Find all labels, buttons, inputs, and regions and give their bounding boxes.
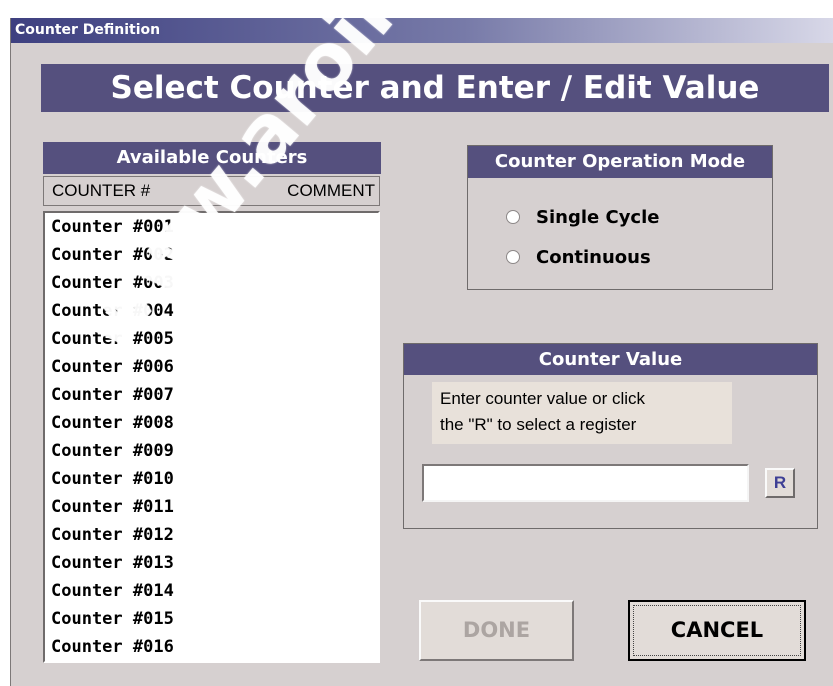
help-line-1: Enter counter value or click	[440, 389, 646, 408]
list-item[interactable]: Counter #002	[45, 241, 378, 269]
page-title: Select Counter and Enter / Edit Value	[41, 64, 829, 112]
cancel-button[interactable]: CANCEL	[628, 600, 806, 661]
list-item[interactable]: Counter #003	[45, 269, 378, 297]
continuous-radio[interactable]	[506, 250, 520, 264]
counters-list[interactable]: Counter #001 Counter #002 Counter #003 C…	[43, 211, 380, 663]
counter-value-help: Enter counter value or click the "R" to …	[432, 382, 732, 444]
list-item[interactable]: Counter #010	[45, 465, 378, 493]
available-counters-header: Available Counters	[43, 142, 381, 174]
list-item[interactable]: Counter #011	[45, 493, 378, 521]
done-button[interactable]: DONE	[419, 600, 574, 661]
single-cycle-radio[interactable]	[506, 210, 520, 224]
cancel-button-label: CANCEL	[633, 605, 801, 656]
list-item[interactable]: Counter #013	[45, 549, 378, 577]
counters-column-headers: COUNTER # COMMENT	[43, 176, 380, 206]
list-item[interactable]: Counter #009	[45, 437, 378, 465]
continuous-label[interactable]: Continuous	[536, 247, 651, 268]
counter-value-input[interactable]	[422, 464, 749, 502]
column-comment[interactable]: COMMENT	[287, 181, 375, 201]
window-title: Counter Definition	[11, 18, 833, 43]
list-item[interactable]: Counter #008	[45, 409, 378, 437]
list-item[interactable]: Counter #004	[45, 297, 378, 325]
list-item[interactable]: Counter #012	[45, 521, 378, 549]
counter-value-header: Counter Value	[404, 344, 817, 375]
counter-definition-window: Counter Definition Select Counter and En…	[10, 18, 833, 686]
counter-value-group: Counter Value Enter counter value or cli…	[403, 343, 818, 529]
single-cycle-option[interactable]: Single Cycle	[506, 205, 659, 229]
list-item[interactable]: Counter #007	[45, 381, 378, 409]
select-register-button[interactable]: R	[765, 468, 795, 498]
list-item[interactable]: Counter #001	[45, 213, 378, 241]
list-item[interactable]: Counter #016	[45, 633, 378, 661]
list-item[interactable]: Counter #005	[45, 325, 378, 353]
list-item[interactable]: Counter #014	[45, 577, 378, 605]
operation-mode-header: Counter Operation Mode	[468, 146, 772, 178]
single-cycle-label[interactable]: Single Cycle	[536, 207, 659, 228]
list-item[interactable]: Counter #006	[45, 353, 378, 381]
operation-mode-group: Counter Operation Mode Single Cycle Cont…	[467, 145, 773, 290]
continuous-option[interactable]: Continuous	[506, 245, 651, 269]
column-counter-number[interactable]: COUNTER #	[52, 181, 150, 201]
help-line-2: the "R" to select a register	[440, 415, 637, 434]
list-item[interactable]: Counter #015	[45, 605, 378, 633]
